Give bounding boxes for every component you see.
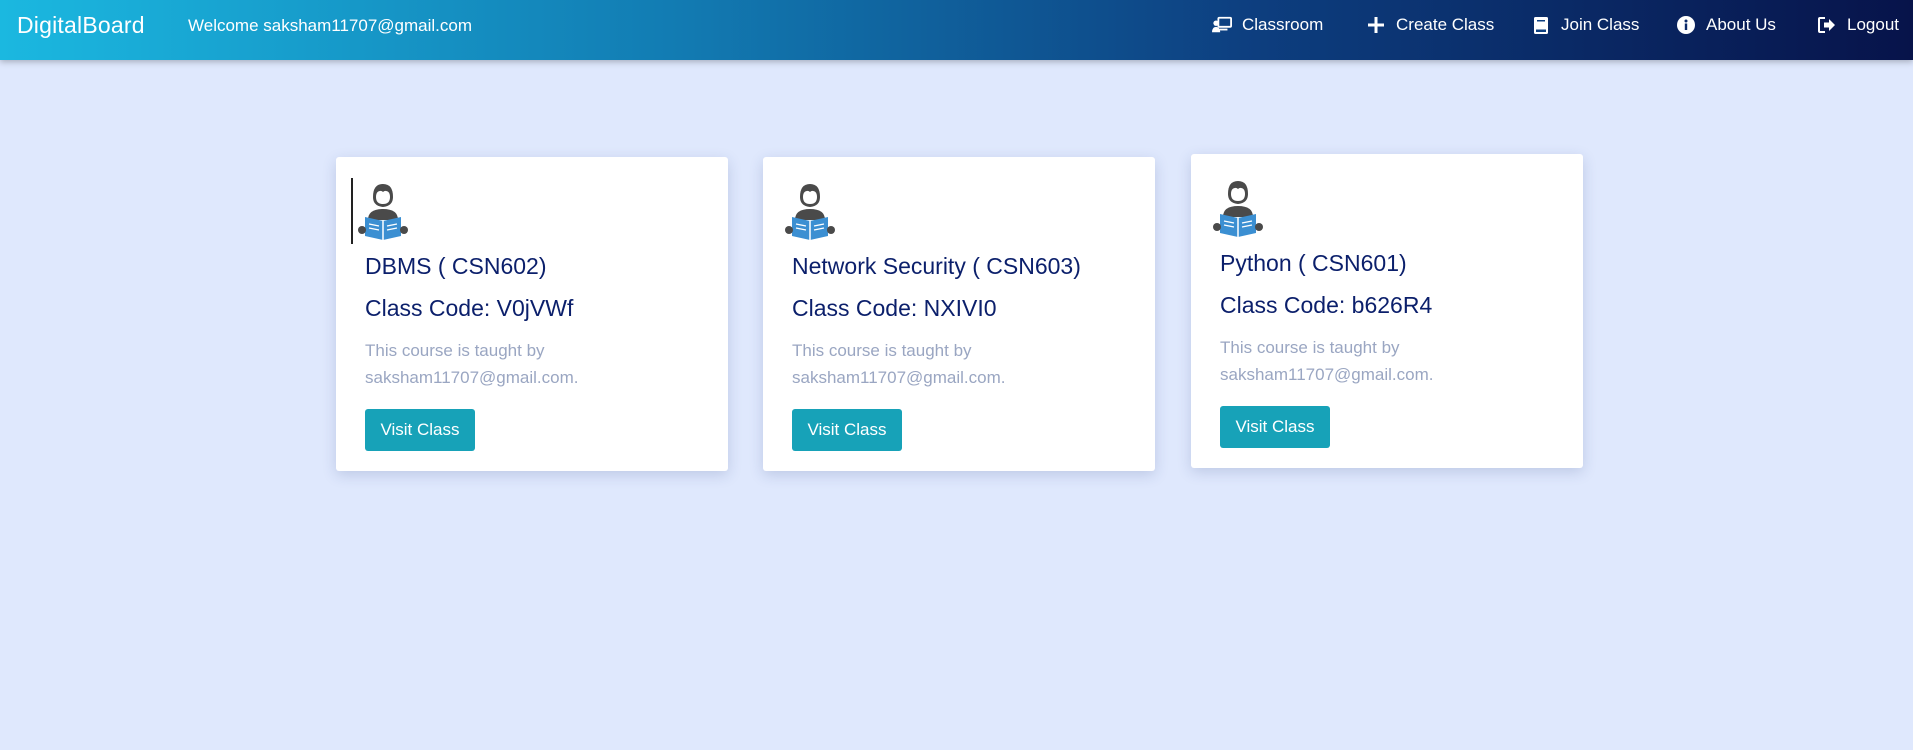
student-reading-icon: [783, 180, 837, 240]
class-code: Class Code: V0jVWf: [365, 295, 574, 321]
info-icon: [1676, 15, 1696, 35]
class-code: Class Code: NXIVI0: [792, 295, 997, 321]
class-card: DBMS ( CSN602) Class Code: V0jVWf This c…: [336, 157, 728, 471]
classroom-icon: [1212, 15, 1232, 35]
student-reading-icon: [1211, 177, 1265, 237]
class-title: DBMS ( CSN602): [365, 253, 547, 279]
nav-create-class-label: Create Class: [1396, 15, 1495, 34]
visit-class-button[interactable]: Visit Class: [365, 409, 475, 451]
text-cursor: [351, 178, 353, 244]
class-card: Python ( CSN601) Class Code: b626R4 This…: [1191, 154, 1583, 468]
top-navbar: DigitalBoard Welcome saksham11707@gmail.…: [0, 0, 1913, 60]
nav-classroom-label: Classroom: [1242, 15, 1324, 34]
nav-classroom[interactable]: Classroom: [1212, 0, 1323, 50]
nav-logout[interactable]: Logout: [1817, 0, 1899, 50]
class-description: This course is taught by saksham11707@gm…: [1220, 338, 1434, 384]
class-card: Network Security ( CSN603) Class Code: N…: [763, 157, 1155, 471]
student-reading-icon: [356, 180, 410, 240]
logout-icon: [1817, 15, 1837, 35]
nav-about-us[interactable]: About Us: [1676, 0, 1776, 50]
visit-class-button[interactable]: Visit Class: [792, 409, 902, 451]
class-description: This course is taught by saksham11707@gm…: [792, 341, 1006, 387]
welcome-message: Welcome saksham11707@gmail.com: [188, 16, 473, 35]
nav-about-us-label: About Us: [1706, 15, 1776, 34]
book-icon: [1531, 15, 1551, 35]
brand-logo-link[interactable]: DigitalBoard: [17, 0, 145, 50]
class-code: Class Code: b626R4: [1220, 292, 1433, 318]
plus-icon: [1366, 15, 1386, 35]
class-description: This course is taught by saksham11707@gm…: [365, 341, 579, 387]
nav-create-class[interactable]: Create Class: [1366, 0, 1494, 50]
nav-join-class[interactable]: Join Class: [1531, 0, 1639, 50]
class-title: Python ( CSN601): [1220, 250, 1407, 276]
visit-class-button[interactable]: Visit Class: [1220, 406, 1330, 448]
class-title: Network Security ( CSN603): [792, 253, 1081, 279]
nav-logout-label: Logout: [1847, 15, 1899, 34]
nav-join-class-label: Join Class: [1561, 15, 1640, 34]
